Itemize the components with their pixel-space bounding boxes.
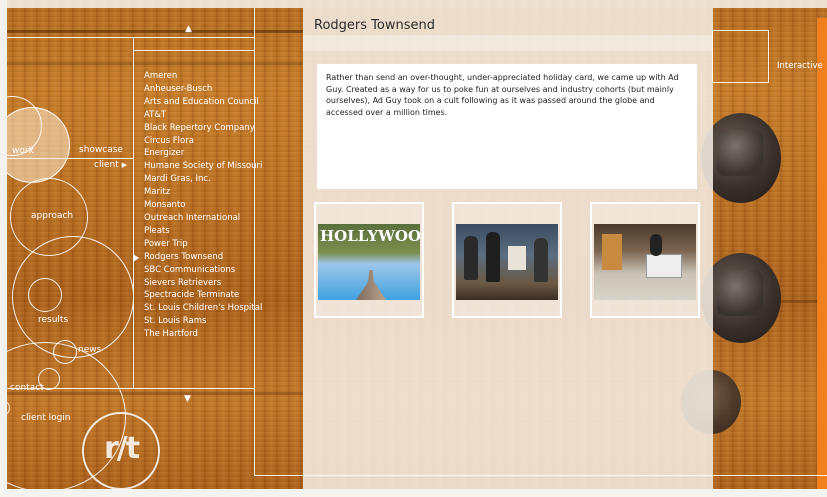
rocket-figure — [356, 270, 386, 300]
bolt-head — [717, 270, 763, 316]
client-item[interactable]: Pleats — [144, 225, 262, 238]
hollywood-image: HOLLYWOO — [318, 224, 420, 300]
client-item[interactable]: Arts and Education Council — [144, 96, 262, 109]
title-band — [303, 35, 713, 51]
chevron-right-icon: ▶ — [121, 161, 127, 169]
client-item[interactable]: The Hartford — [144, 328, 262, 341]
client-item[interactable]: Spectracide Terminate — [144, 289, 262, 302]
plank-seam — [7, 30, 303, 33]
nav-news[interactable]: news — [78, 345, 101, 355]
client-item[interactable]: Black Repertory Company — [144, 122, 262, 135]
character-figure — [650, 234, 662, 256]
client-item[interactable]: Humane Society of Missouri — [144, 160, 262, 173]
interactive-link[interactable]: Interactive — [777, 61, 823, 71]
thumbnail-hollywood[interactable]: HOLLYWOO — [314, 202, 424, 318]
wall-poster — [602, 234, 622, 270]
nav-client-label: client — [94, 160, 119, 170]
nav-approach[interactable]: approach — [31, 211, 73, 221]
client-item[interactable]: Rodgers Townsend — [144, 251, 262, 264]
client-item[interactable]: Outreach International — [144, 212, 262, 225]
plank-seam — [7, 62, 303, 65]
client-item[interactable]: Ameren — [144, 70, 262, 83]
client-item[interactable]: Power Trip — [144, 238, 262, 251]
client-item[interactable]: AT&T — [144, 109, 262, 122]
nav-client-login[interactable]: client login — [21, 413, 71, 423]
nav-showcase[interactable]: showcase — [79, 145, 123, 155]
nav-line — [7, 37, 254, 38]
bolt-head — [717, 130, 763, 176]
hollywood-sign-text: HOLLYWOO — [320, 227, 420, 245]
nav-results[interactable]: results — [38, 315, 68, 325]
results-circle[interactable] — [28, 278, 62, 312]
sign-board — [508, 246, 526, 270]
client-item[interactable]: St. Louis Rams — [144, 315, 262, 328]
rt-logo[interactable]: r/t — [82, 412, 160, 490]
client-item[interactable]: Energizer — [144, 147, 262, 160]
client-item[interactable]: SBC Communications — [144, 264, 262, 277]
character-figure — [464, 236, 478, 280]
top-frame — [0, 0, 827, 8]
client-item[interactable]: Anheuser-Busch — [144, 83, 262, 96]
client-item[interactable]: Circus Flora — [144, 135, 262, 148]
client-item[interactable]: Monsanto — [144, 199, 262, 212]
client-item[interactable]: Maritz — [144, 186, 262, 199]
list-left-line — [133, 37, 134, 389]
scroll-down-arrow-icon[interactable]: ▼ — [184, 394, 191, 404]
character-figure — [486, 232, 500, 282]
characters-image — [456, 224, 558, 300]
logo-text: r/t — [103, 431, 140, 466]
page-title: Rodgers Townsend — [314, 18, 435, 33]
client-item[interactable]: Sievers Retrievers — [144, 277, 262, 290]
orange-edge — [817, 18, 827, 489]
client-item[interactable]: Mardi Gras, Inc. — [144, 173, 262, 186]
nav-client[interactable]: client ▶ — [94, 160, 127, 170]
nav-contact[interactable]: contact — [10, 383, 44, 393]
character-figure — [534, 238, 548, 282]
thumbnail-office[interactable] — [590, 202, 700, 318]
bottom-frame — [0, 489, 827, 497]
nav-line — [254, 475, 827, 476]
client-list: Ameren Anheuser-Busch Arts and Education C… — [144, 70, 262, 341]
interactive-box — [712, 30, 769, 83]
description-text: Rather than send an over-thought, under-… — [326, 73, 679, 117]
left-frame — [0, 0, 7, 497]
client-item[interactable]: St. Louis Children's Hospital — [144, 302, 262, 315]
scroll-up-arrow-icon[interactable]: ▲ — [185, 24, 192, 34]
nav-work[interactable]: work — [12, 146, 34, 156]
office-image — [594, 224, 696, 300]
desk — [646, 254, 682, 278]
list-top-line — [133, 50, 254, 51]
thumbnail-characters[interactable] — [452, 202, 562, 318]
